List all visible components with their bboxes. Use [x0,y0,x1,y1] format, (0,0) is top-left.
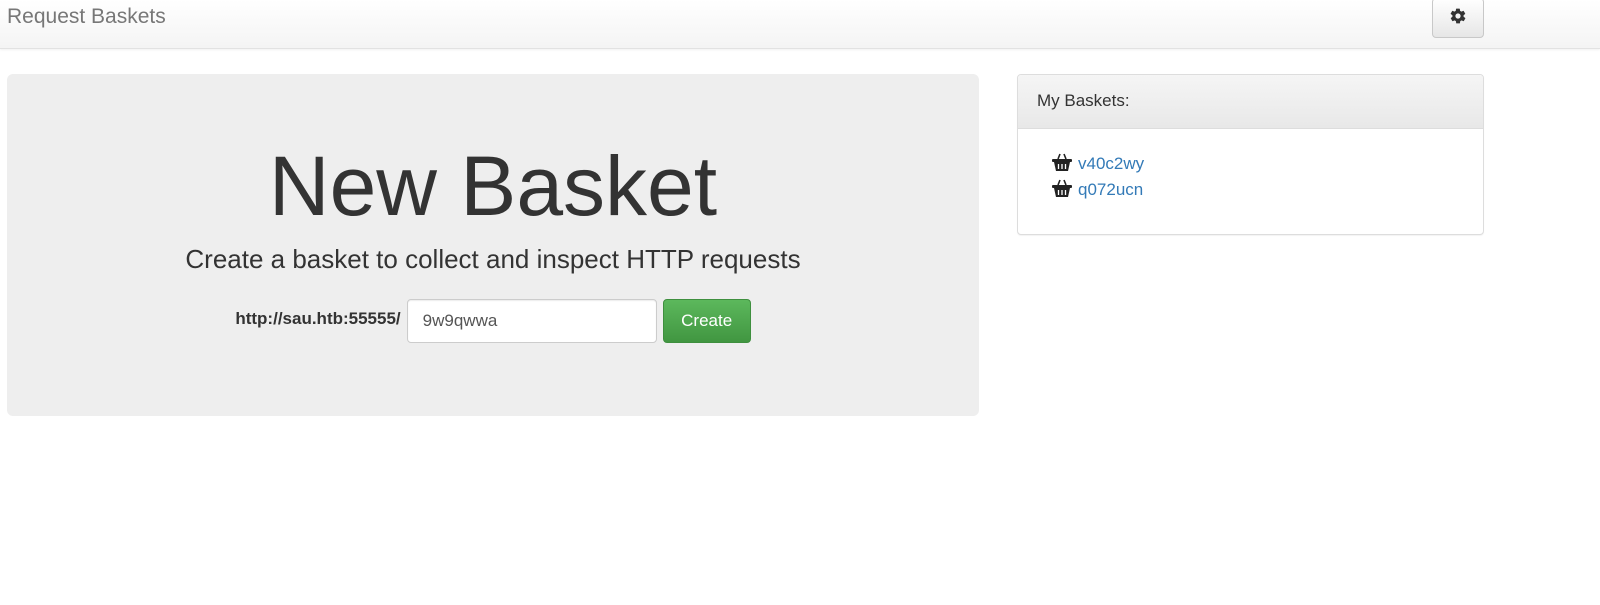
new-basket-jumbotron: New Basket Create a basket to collect an… [7,74,979,416]
basket-name-input[interactable] [406,299,657,343]
basket-icon [1051,178,1073,203]
create-button[interactable]: Create [662,299,751,343]
page-subtitle: Create a basket to collect and inspect H… [185,244,801,274]
app-brand[interactable]: Request Baskets [7,5,166,29]
url-prefix-label: http://sau.htb:55555/ [235,309,401,328]
gear-icon [1449,7,1467,30]
my-baskets-panel: My Baskets: v40c2wy q072ucn [1017,74,1484,235]
panel-heading: My Baskets: [1018,75,1483,129]
basket-list: v40c2wy q072ucn [1018,129,1483,225]
basket-icon [1051,152,1073,177]
basket-link[interactable]: q072ucn [1078,180,1143,200]
basket-link[interactable]: v40c2wy [1078,154,1144,174]
page-title: New Basket [268,139,718,233]
create-basket-form: http://sau.htb:55555/ Create [7,299,979,343]
basket-list-item: v40c2wy [1051,151,1450,177]
top-navbar: Request Baskets [0,0,1600,49]
basket-list-item: q072ucn [1051,177,1450,203]
settings-button[interactable] [1432,0,1484,38]
